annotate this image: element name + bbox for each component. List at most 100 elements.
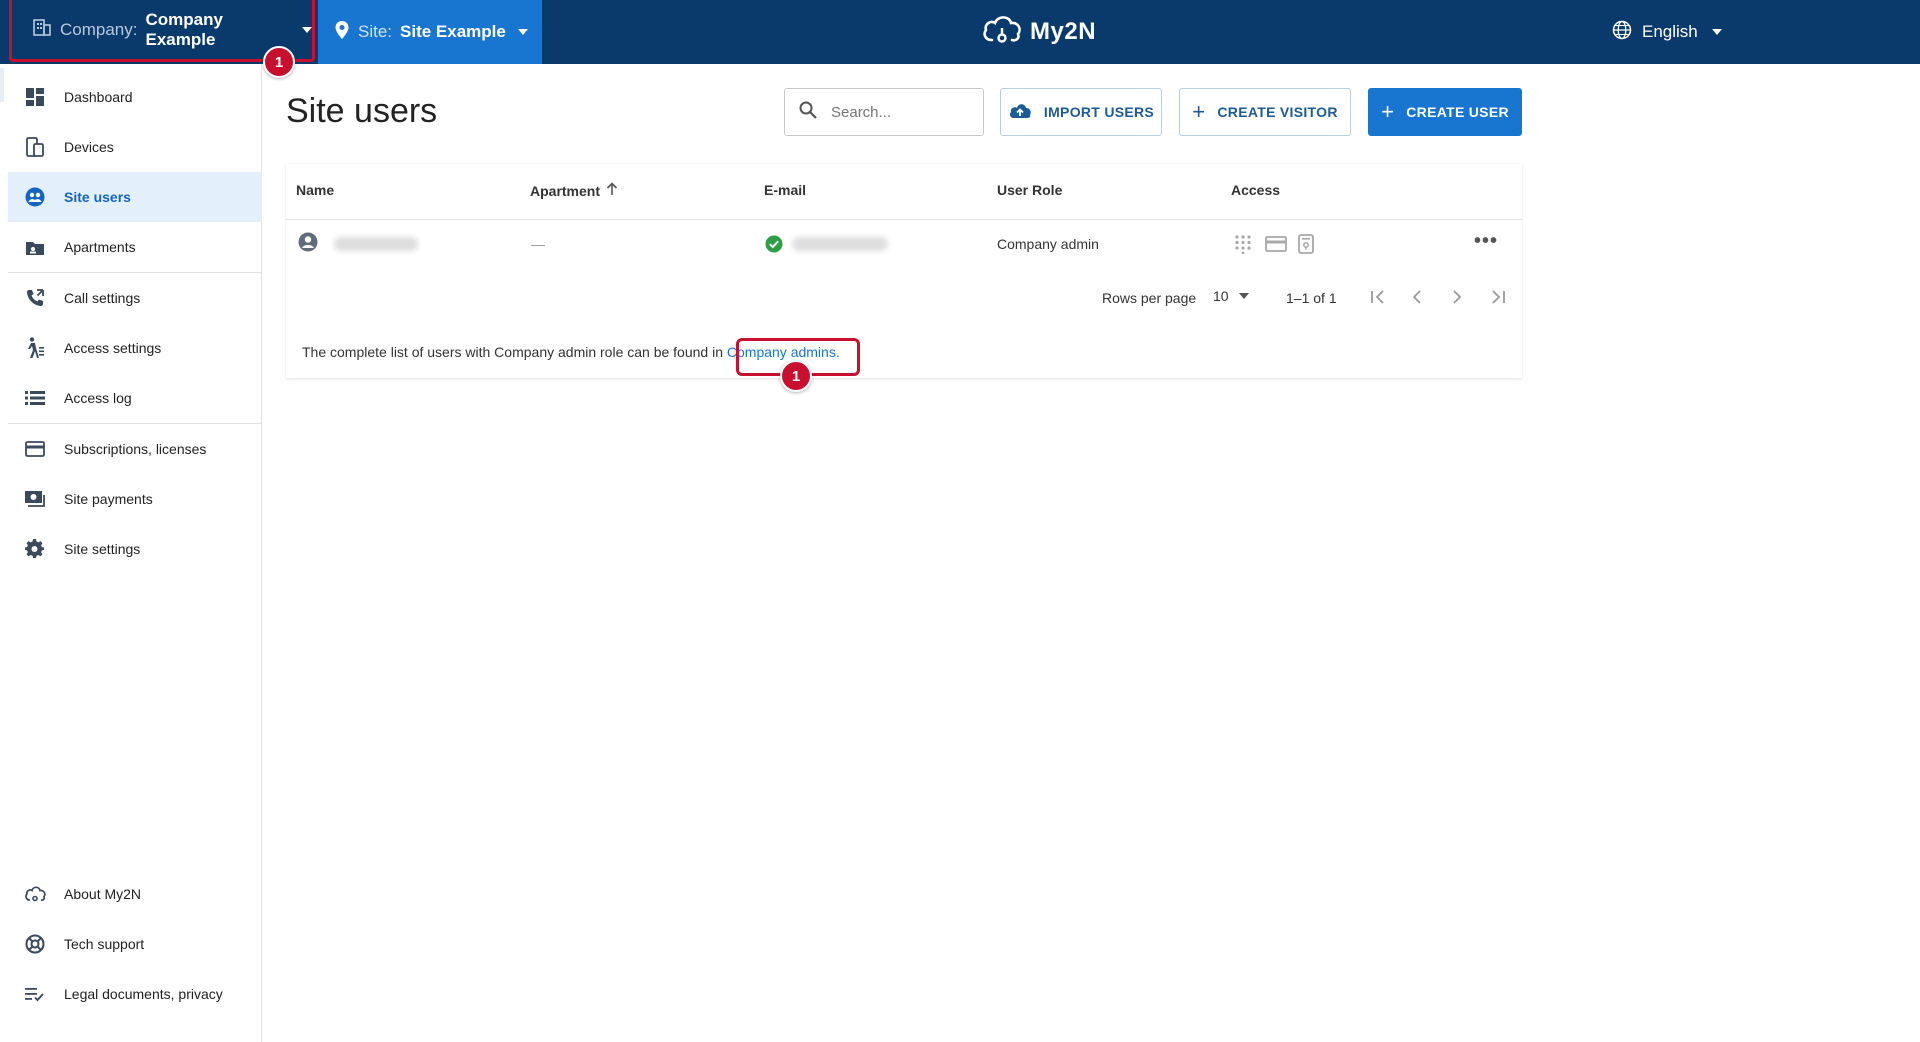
dashboard-icon xyxy=(24,86,46,108)
search-icon xyxy=(799,101,817,124)
button-label: CREATE VISITOR xyxy=(1217,104,1338,120)
sidebar-item-label: Dashboard xyxy=(64,89,133,105)
column-header-apartment[interactable]: Apartment xyxy=(530,182,618,199)
chevron-down-icon xyxy=(1238,293,1249,299)
rows-per-page-select[interactable]: 10 xyxy=(1213,288,1249,304)
sort-arrow-up-icon xyxy=(606,182,618,199)
users-icon xyxy=(24,186,46,208)
payments-icon xyxy=(24,488,46,510)
verified-check-icon xyxy=(765,235,783,256)
company-name: Company Example xyxy=(145,9,223,49)
search-input[interactable] xyxy=(831,103,971,121)
annotation-badge: 1 xyxy=(780,360,812,392)
note-text: The complete list of users with Company … xyxy=(302,344,723,360)
users-table-card: Name Apartment E-mail User Role Access —… xyxy=(286,164,1522,392)
chevron-down-icon xyxy=(302,26,312,33)
pin-keypad-icon xyxy=(1234,234,1252,257)
sidebar-item-tech-support[interactable]: Tech support xyxy=(8,919,262,969)
sidebar-item-dashboard[interactable]: Dashboard xyxy=(8,72,262,122)
language-label: English xyxy=(1642,22,1698,41)
list-icon xyxy=(24,387,46,409)
sidebar-item-site-settings[interactable]: Site settings xyxy=(8,524,262,574)
column-header-user-role[interactable]: User Role xyxy=(997,182,1062,198)
company-label: Company: xyxy=(60,19,138,39)
sidebar-item-label: Tech support xyxy=(64,936,145,952)
sidebar-item-apartments[interactable]: Apartments xyxy=(8,222,262,272)
chevron-down-icon xyxy=(1711,29,1722,35)
sidebar-item-subscriptions[interactable]: Subscriptions, licenses xyxy=(8,424,262,474)
last-page-icon[interactable] xyxy=(1490,288,1506,309)
sidebar-item-access-log[interactable]: Access log xyxy=(8,373,262,423)
rows-per-page: Rows per page xyxy=(1102,290,1196,306)
sidebar-item-label: Site payments xyxy=(64,491,153,507)
cloud-logo-icon xyxy=(980,12,1024,53)
rows-per-page-label: Rows per page xyxy=(1102,290,1197,306)
sidebar-item-label: Access settings xyxy=(64,340,162,356)
devices-icon xyxy=(24,136,46,158)
pagination-range: 1–1 of 1 xyxy=(1286,290,1337,306)
user-avatar-icon xyxy=(298,232,318,255)
building-icon xyxy=(32,17,52,42)
previous-page-icon[interactable] xyxy=(1411,288,1423,309)
header-divider xyxy=(286,219,1522,220)
sidebar-item-label: Call settings xyxy=(64,290,141,306)
sidebar: Dashboard Devices Site users Apartments … xyxy=(0,64,262,1042)
plus-icon: + xyxy=(1192,99,1206,124)
top-bar: Company: Company Example 1 Site: Site Ex… xyxy=(0,0,1920,78)
sidebar-item-label: Apartments xyxy=(64,239,136,255)
sidebar-item-access-settings[interactable]: Access settings xyxy=(8,323,262,373)
support-icon xyxy=(24,933,46,955)
sidebar-item-label: Site settings xyxy=(64,541,141,557)
sidebar-item-label: Access log xyxy=(64,390,132,406)
sidebar-item-site-payments[interactable]: Site payments xyxy=(8,474,262,524)
sidebar-item-label: Legal documents, privacy xyxy=(64,986,223,1002)
sidebar-item-site-users[interactable]: Site users xyxy=(8,172,262,222)
site-selector[interactable]: Site: Site Example xyxy=(318,0,542,64)
sidebar-item-legal[interactable]: Legal documents, privacy xyxy=(8,969,262,1019)
sidebar-item-call-settings[interactable]: Call settings xyxy=(8,273,262,323)
gear-icon xyxy=(24,538,46,560)
column-header-name[interactable]: Name xyxy=(296,182,334,198)
walk-icon xyxy=(24,337,46,359)
rows-per-page-value: 10 xyxy=(1213,288,1229,304)
globe-icon xyxy=(1612,20,1632,45)
import-users-button[interactable]: IMPORT USERS xyxy=(1000,88,1162,136)
button-label: CREATE USER xyxy=(1406,104,1509,120)
create-visitor-button[interactable]: + CREATE VISITOR xyxy=(1179,88,1351,136)
page-title: Site users xyxy=(286,92,438,130)
sidebar-item-label: Site users xyxy=(64,189,131,205)
language-selector[interactable]: English xyxy=(1612,0,1722,64)
sidebar-item-devices[interactable]: Devices xyxy=(8,122,262,172)
phone-icon xyxy=(24,287,46,309)
site-name: Site Example xyxy=(400,22,506,41)
first-page-icon[interactable] xyxy=(1370,288,1386,309)
next-page-icon[interactable] xyxy=(1451,288,1463,309)
sidebar-item-label: Devices xyxy=(64,139,114,155)
apartment-icon xyxy=(24,236,46,258)
sidebar-item-label: Subscriptions, licenses xyxy=(64,441,207,457)
plus-icon: + xyxy=(1381,99,1395,124)
chevron-down-icon xyxy=(517,29,528,35)
sidebar-edge xyxy=(0,68,4,102)
location-pin-icon xyxy=(334,20,350,45)
user-role-cell: Company admin xyxy=(997,236,1099,252)
mobile-key-icon xyxy=(1298,234,1314,257)
site-label: Site: xyxy=(358,22,393,41)
create-user-button[interactable]: + CREATE USER xyxy=(1368,88,1522,136)
sidebar-item-about[interactable]: About My2N xyxy=(8,869,262,919)
button-label: IMPORT USERS xyxy=(1043,104,1155,120)
logo-text: My2N xyxy=(1030,18,1097,45)
cloud-icon xyxy=(24,883,46,905)
annotation-badge: 1 xyxy=(263,46,295,78)
more-options-icon[interactable]: ••• xyxy=(1474,230,1498,253)
my2n-logo[interactable]: My2N xyxy=(980,12,1096,52)
cloud-upload-icon xyxy=(1008,102,1032,123)
sidebar-item-label: About My2N xyxy=(64,886,142,902)
column-header-email[interactable]: E-mail xyxy=(764,182,806,198)
search-field[interactable] xyxy=(784,88,984,136)
card-icon xyxy=(24,438,46,460)
legal-icon xyxy=(24,983,46,1005)
apartment-cell: — xyxy=(531,236,545,252)
rfid-card-icon xyxy=(1265,236,1287,255)
column-header-access: Access xyxy=(1231,182,1281,198)
